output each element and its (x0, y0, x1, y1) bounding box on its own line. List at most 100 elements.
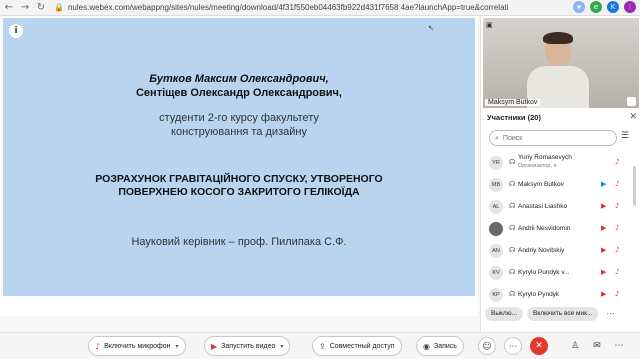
video-layout-icon[interactable]: ▣ (486, 21, 496, 31)
mic-muted-icon[interactable]: ♪ (615, 224, 619, 232)
url-text[interactable]: nules.webex.com/webappng/sites/nules/mee… (68, 3, 508, 12)
slide-department-line: конструювання та дизайну (171, 126, 307, 138)
participant-name: Yuriy Romasevych (518, 154, 572, 161)
participant-row[interactable]: YR ☊ Yuriy Romasevych Организатор, я ♪ (481, 152, 637, 174)
mic-button[interactable]: ♪ Включить микрофон ▾ (88, 336, 186, 356)
menu-icon[interactable]: ⋮ (624, 1, 636, 13)
mic-muted-icon: ♪ (95, 341, 101, 351)
headset-icon: ☊ (509, 290, 516, 298)
participants-search[interactable]: ⌕ (489, 130, 617, 146)
participants-scrollbar[interactable] (633, 166, 636, 206)
more-panels-icon[interactable]: ⋯ (610, 337, 628, 355)
avatar (489, 222, 503, 236)
profile-icon[interactable]: K (607, 1, 619, 13)
chevron-down-icon[interactable]: ▾ (280, 343, 283, 350)
mic-muted-icon[interactable]: ♪ (615, 246, 619, 254)
webex-window: ← → ↻ 🔒 nules.webex.com/webappng/sites/n… (0, 0, 640, 359)
star-icon[interactable]: ★ (573, 1, 585, 13)
more-icon[interactable]: ⋯ (504, 337, 522, 355)
reload-icon[interactable]: ↻ (34, 1, 48, 15)
video-button-label: Запустить видео (221, 342, 276, 350)
participant-row[interactable]: ☊ Andrii Nesvidomin ▶ ♪ (481, 218, 637, 240)
mic-muted-icon[interactable]: ♪ (615, 180, 619, 188)
participant-row[interactable]: AL ☊ Anastasi Liashko ▶ ♪ (481, 196, 637, 218)
unmute-all-button[interactable]: Включить все мик... (527, 307, 599, 321)
participants-footer: Выклю... Включить все мик... ⋯ (481, 307, 639, 327)
chat-icon[interactable]: ✉ (588, 337, 606, 355)
headset-icon: ☊ (509, 224, 516, 232)
video-button[interactable]: ▶ Запустить видео ▾ (204, 336, 291, 356)
self-video-tile[interactable]: ▣ Maksym Butkov (483, 18, 639, 108)
participant-row[interactable]: MB ☊ Maksym Butkov ▶ ♪ (481, 174, 637, 196)
participant-name: Maksym Butkov (518, 181, 564, 188)
headset-icon: ☊ (509, 180, 516, 188)
slide-supervisor: Науковий керівник – проф. Пилипака С.Ф. (131, 236, 347, 248)
participant-row[interactable]: KV ☊ Kyrylo Pundyk v... ▶ ♪ (481, 262, 637, 284)
share-button-label: Совместный доступ (329, 342, 395, 350)
mic-muted-icon[interactable]: ♪ (615, 202, 619, 210)
video-off-icon[interactable]: ▶ (601, 224, 606, 232)
cursor-icon: ↖ (428, 24, 434, 32)
mic-button-label: Включить микрофон (104, 342, 171, 350)
chevron-down-icon[interactable]: ▾ (176, 343, 179, 350)
mute-all-button[interactable]: Выклю... (485, 307, 524, 321)
search-input[interactable] (502, 134, 603, 142)
participant-name: Anastasi Liashko (518, 203, 568, 210)
avatar: AN (489, 244, 503, 258)
share-icon: ⇪ (319, 341, 326, 351)
video-off-icon: ▶ (211, 341, 218, 351)
search-icon: ⌕ (495, 133, 499, 142)
video-off-icon[interactable]: ▶ (601, 202, 606, 210)
participant-row[interactable]: KP ☊ Kyrylo Pyndyk ▶ ♪ (481, 284, 637, 306)
lock-icon: 🔒 (54, 3, 64, 12)
video-person-hair (543, 32, 573, 44)
video-off-icon[interactable]: ▶ (601, 290, 606, 298)
slide-students-line: студенти 2-го курсу факультету (159, 112, 319, 124)
mic-muted-icon[interactable]: ♪ (615, 268, 619, 276)
participant-name: Kyrylo Pyndyk (518, 291, 560, 298)
participants-icon[interactable]: ♙ (566, 337, 584, 355)
headset-icon: ☊ (509, 268, 516, 276)
avatar: AL (489, 200, 503, 214)
presentation-slide: i ↖ Бутков Максим Олександрович, Сентіще… (3, 18, 475, 296)
participants-title: Участники (20) (487, 112, 541, 122)
video-off-icon[interactable]: ▶ (601, 268, 606, 276)
slide-author-2: Сентіщев Олександр Олександрович, (135, 87, 342, 99)
meeting-controls: ♪ Включить микрофон ▾ ▶ Запустить видео … (0, 332, 640, 359)
participants-list: YR ☊ Yuriy Romasevych Организатор, я ♪ M… (481, 152, 637, 306)
participant-name: Andriy Novitskiy (518, 247, 565, 254)
video-badge-icon (627, 97, 636, 106)
more-options-icon[interactable]: ⋯ (602, 307, 618, 321)
slide-title-line-1: РОЗРАХУНОК ГРАВІТАЦІЙНОГО СПУСКУ, УТВОРЕ… (95, 173, 383, 185)
headset-icon: ☊ (509, 158, 516, 166)
video-participant-name: Maksym Butkov (485, 99, 541, 106)
info-icon[interactable]: i (9, 24, 23, 38)
reactions-icon[interactable]: ☺ (478, 337, 496, 355)
record-button-label: Запись (433, 342, 457, 350)
participant-name: Andrii Nesvidomin (518, 225, 571, 232)
shared-content-area: i ↖ Бутков Максим Олександрович, Сентіще… (0, 16, 478, 316)
headset-icon: ☊ (509, 202, 516, 210)
video-on-icon[interactable]: ▶ (601, 180, 606, 188)
participants-header: Участники (20) ✕ (487, 110, 637, 124)
avatar: KP (489, 288, 503, 302)
mic-muted-icon[interactable]: ♪ (615, 158, 619, 166)
close-icon[interactable]: ✕ (629, 112, 637, 122)
avatar: KV (489, 266, 503, 280)
share-button[interactable]: ⇪ Совместный доступ (312, 336, 402, 356)
slide-author-1: Бутков Максим Олександрович, (149, 73, 329, 85)
participant-row[interactable]: AN ☊ Andriy Novitskiy ▶ ♪ (481, 240, 637, 262)
forward-icon[interactable]: → (18, 1, 32, 15)
headset-icon: ☊ (509, 246, 516, 254)
participant-name: Kyrylo Pundyk v... (518, 269, 570, 276)
record-icon: ◉ (423, 341, 430, 351)
mic-muted-icon[interactable]: ♪ (615, 290, 619, 298)
extension-icon[interactable]: e (590, 1, 602, 13)
back-icon[interactable]: ← (2, 1, 16, 15)
participant-role: Организатор, я (518, 163, 557, 169)
slide-title-line-2: ПОВЕРХНЕЮ КОСОГО ЗАКРИТОГО ГЕЛІКОЇДА (118, 186, 360, 198)
video-off-icon[interactable]: ▶ (601, 246, 606, 254)
sort-icon[interactable]: ☰ (621, 131, 629, 141)
leave-meeting-icon[interactable]: ✕ (530, 337, 548, 355)
record-button[interactable]: ◉ Запись (416, 336, 464, 356)
